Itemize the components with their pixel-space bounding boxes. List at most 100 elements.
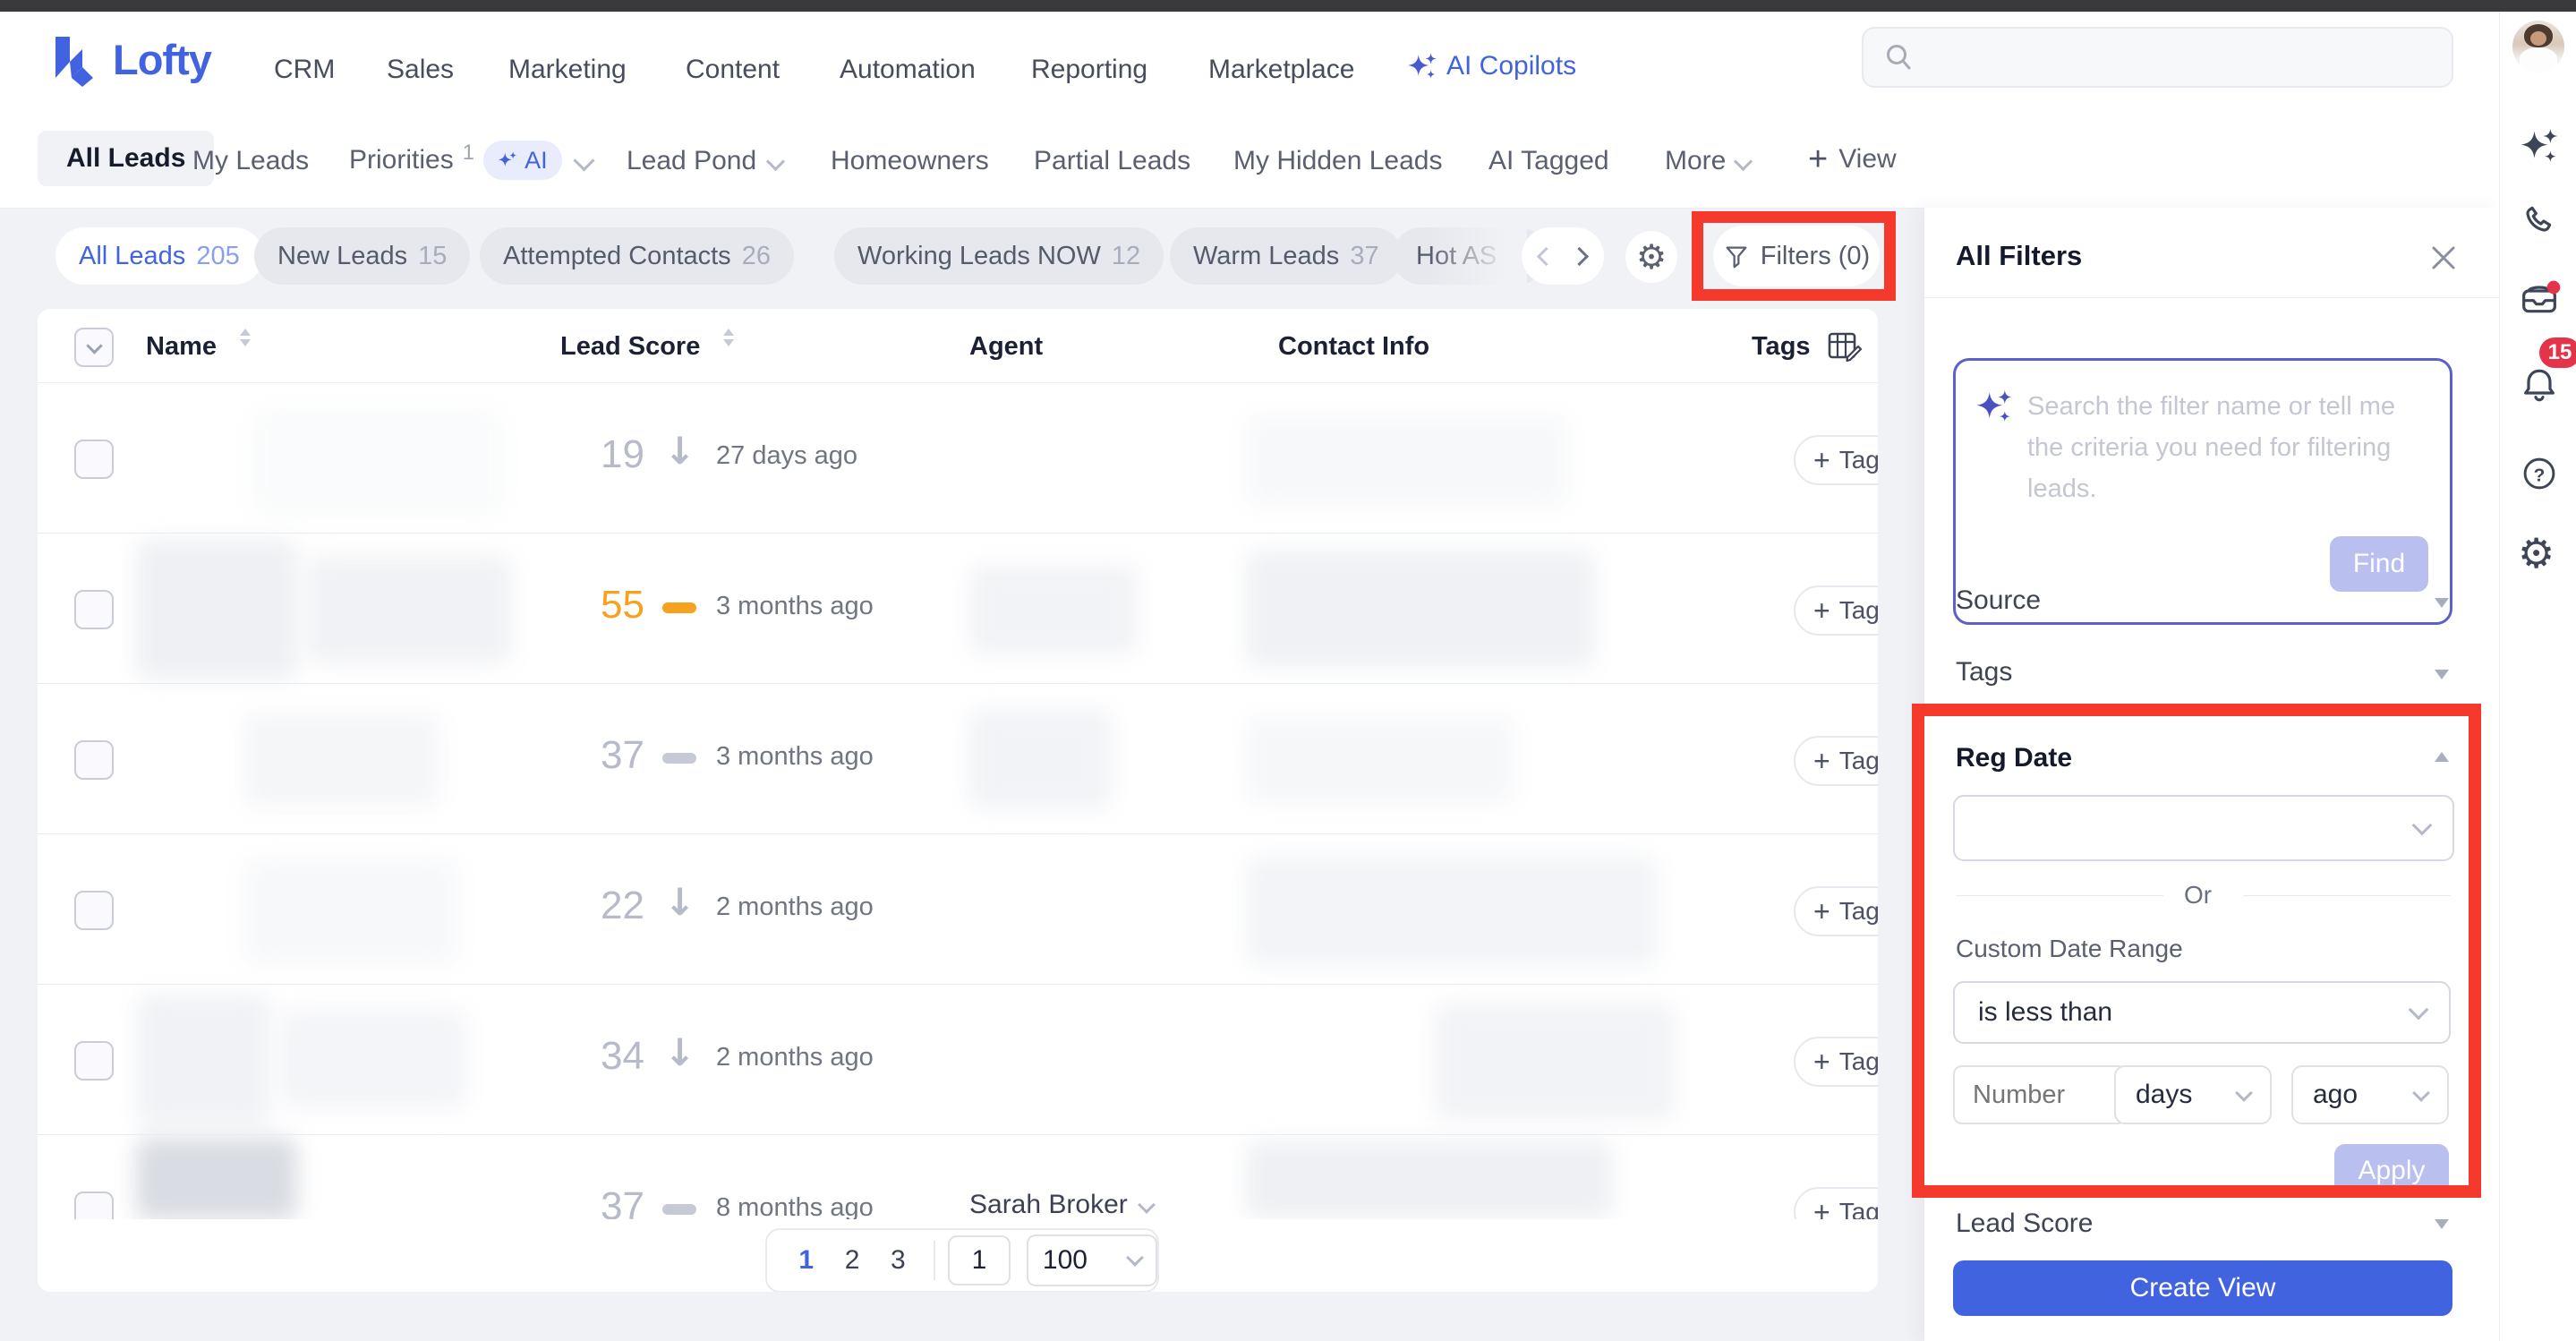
tab-all-leads[interactable]: All Leads — [38, 131, 215, 186]
notifications-bell-icon[interactable] — [2518, 363, 2561, 406]
chips-settings-button[interactable]: ⚙ — [1625, 231, 1677, 283]
direction-value: ago — [2313, 1080, 2358, 1109]
add-tag-button[interactable]: + Tag — [1794, 435, 1878, 485]
add-view-label: View — [1838, 144, 1897, 174]
row-checkbox[interactable] — [74, 440, 114, 479]
tab-priorities[interactable]: Priorities 1 AI — [349, 141, 595, 180]
tab-partial-leads[interactable]: Partial Leads — [1034, 146, 1190, 176]
ai-assistant-icon[interactable] — [2520, 126, 2559, 166]
filter-section-tags[interactable]: Tags — [1924, 645, 2499, 700]
chevron-down-icon — [2412, 1083, 2430, 1102]
chevron-right-icon[interactable] — [1569, 246, 1590, 266]
tab-ai-tagged[interactable]: AI Tagged — [1488, 146, 1609, 176]
tab-my-hidden-leads[interactable]: My Hidden Leads — [1233, 146, 1442, 176]
row-checkbox[interactable] — [74, 1041, 114, 1080]
chip-label: Working Leads NOW — [857, 241, 1101, 270]
lead-score-value: 55 — [601, 583, 644, 627]
add-tag-button[interactable]: + Tag — [1794, 1037, 1878, 1087]
sort-icons-name[interactable] — [240, 329, 251, 346]
reg-date-preset-select[interactable] — [1953, 795, 2454, 861]
chip-label: All Leads — [79, 241, 186, 270]
edit-columns-icon[interactable] — [1824, 327, 1864, 366]
trend-down-icon: ↓ — [664, 1030, 696, 1074]
phone-icon[interactable] — [2520, 201, 2559, 241]
settings-gear-icon[interactable]: ⚙ — [2518, 529, 2555, 577]
page-3-button[interactable]: 3 — [875, 1245, 921, 1276]
leads-table: Name Lead Score Agent Contact Info Tags — [38, 309, 1878, 1292]
table-row[interactable]: 22 ↓ 2 months ago + Tag — [38, 833, 1878, 985]
unit-select[interactable]: days — [2114, 1065, 2272, 1124]
column-header-name[interactable]: Name — [146, 332, 217, 362]
add-tag-button[interactable]: + Tag — [1794, 585, 1878, 636]
nav-item-automation[interactable]: Automation — [840, 55, 976, 85]
add-view-button[interactable]: + View — [1808, 142, 1897, 176]
close-icon[interactable] — [2427, 242, 2460, 274]
agent-cell[interactable]: Sarah Broker — [969, 1190, 1156, 1220]
row-checkbox[interactable] — [74, 891, 114, 930]
nav-item-content[interactable]: Content — [686, 55, 780, 85]
tab-my-leads[interactable]: My Leads — [192, 146, 309, 176]
page-input[interactable] — [947, 1235, 1011, 1285]
page-2-button[interactable]: 2 — [829, 1245, 874, 1276]
nav-item-marketing[interactable]: Marketing — [508, 55, 627, 85]
chip-all-leads[interactable]: All Leads 205 — [55, 227, 263, 285]
lofty-logo[interactable]: Lofty — [52, 31, 212, 87]
chip-warm-leads[interactable]: Warm Leads 37 — [1170, 227, 1403, 285]
table-row[interactable]: 19 ↓ 27 days ago + Tag — [38, 382, 1878, 534]
chip-count: 15 — [418, 241, 448, 270]
nav-item-marketplace[interactable]: Marketplace — [1208, 55, 1354, 85]
chevron-left-icon[interactable] — [1536, 246, 1557, 266]
all-filters-panel: All Filters Search the filter name or te… — [1924, 208, 2499, 1341]
tab-more[interactable]: More — [1665, 146, 1753, 176]
add-tag-button[interactable]: + Tag — [1794, 736, 1878, 786]
row-checkbox[interactable] — [74, 590, 114, 629]
help-icon[interactable]: ? — [2520, 454, 2559, 493]
chevron-down-icon — [1137, 1196, 1156, 1214]
operator-value: is less than — [1978, 997, 2113, 1027]
column-header-contact-info: Contact Info — [1278, 332, 1430, 361]
operator-select[interactable]: is less than — [1953, 981, 2451, 1044]
global-search[interactable] — [1862, 27, 2453, 88]
page-size-select[interactable]: 100 — [1026, 1234, 1157, 1286]
create-view-button[interactable]: Create View — [1953, 1260, 2452, 1316]
gear-icon: ⚙ — [1635, 237, 1668, 277]
score-time: 2 months ago — [716, 1043, 874, 1072]
table-row[interactable]: 34 ↓ 2 months ago + Tag — [38, 984, 1878, 1135]
search-input[interactable] — [1928, 42, 2415, 73]
chevron-down-icon — [2435, 598, 2449, 608]
sort-icons-lead-score[interactable] — [723, 329, 734, 346]
chevron-down-icon — [2435, 1219, 2449, 1229]
add-tag-button[interactable]: + Tag — [1794, 886, 1878, 936]
row-checkbox[interactable] — [74, 740, 114, 780]
nav-item-crm[interactable]: CRM — [274, 55, 335, 85]
nav-item-reporting[interactable]: Reporting — [1031, 55, 1147, 85]
inbox-icon[interactable] — [2518, 277, 2561, 320]
create-view-label: Create View — [2129, 1273, 2276, 1303]
chevron-down-icon — [2408, 999, 2429, 1021]
direction-select[interactable]: ago — [2291, 1065, 2449, 1124]
filter-section-lead-score[interactable]: Lead Score — [1924, 1200, 2499, 1250]
column-header-lead-score[interactable]: Lead Score — [560, 332, 700, 362]
chip-new-leads[interactable]: New Leads 15 — [254, 227, 471, 285]
pagination-bar: 1 2 3 100 — [38, 1219, 1878, 1292]
user-avatar[interactable] — [2512, 21, 2564, 73]
chip-working-leads-now[interactable]: Working Leads NOW 12 — [834, 227, 1164, 285]
tab-homeowners[interactable]: Homeowners — [831, 146, 989, 176]
tab-lead-pond[interactable]: Lead Pond — [627, 146, 786, 176]
nav-item-ai-copilots[interactable]: AI Copilots — [1407, 51, 1576, 81]
table-row[interactable]: 37 3 months ago + Tag — [38, 683, 1878, 834]
number-input[interactable] — [1953, 1065, 2127, 1124]
table-row[interactable]: 55 3 months ago + Tag — [38, 533, 1878, 684]
filter-section-source[interactable]: Source — [1924, 573, 2499, 628]
filters-button[interactable]: Filters (0) — [1713, 226, 1880, 286]
page-1-button[interactable]: 1 — [783, 1245, 829, 1276]
lead-score-value: 37 — [601, 733, 644, 777]
lofty-logo-text: Lofty — [113, 35, 212, 83]
reg-date-title[interactable]: Reg Date — [1956, 743, 2072, 773]
nav-item-sales[interactable]: Sales — [387, 55, 454, 85]
chip-attempted-contacts[interactable]: Attempted Contacts 26 — [480, 227, 794, 285]
select-all-checkbox[interactable] — [74, 328, 114, 367]
apply-button[interactable]: Apply — [2334, 1144, 2449, 1198]
chevron-up-icon[interactable] — [2435, 752, 2449, 762]
tag-label: Tag — [1838, 897, 1878, 925]
